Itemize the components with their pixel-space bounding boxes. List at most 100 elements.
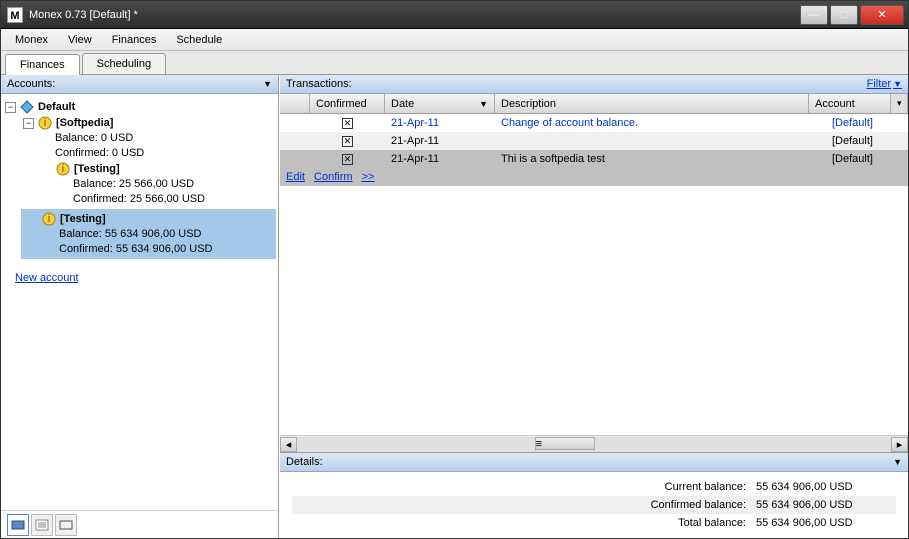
menu-finances[interactable]: Finances: [102, 31, 167, 49]
checkbox-icon: ✕: [342, 136, 353, 147]
column-confirmed[interactable]: Confirmed: [310, 94, 385, 113]
tree-label: [Testing]: [74, 163, 120, 175]
balance-text: Balance: 25 566,00 USD: [73, 177, 276, 192]
column-headers: Confirmed Date ▼ Description Account ▾: [280, 94, 908, 114]
scroll-thumb[interactable]: ≡: [535, 437, 595, 450]
window-controls: — □ ✕: [798, 5, 904, 25]
date-cell: 21-Apr-11: [385, 135, 495, 147]
menu-bar: Monex View Finances Schedule: [1, 29, 908, 51]
account-details: Balance: 25 566,00 USD Confirmed: 25 566…: [39, 177, 276, 207]
confirmed-cell[interactable]: ✕: [310, 135, 385, 147]
column-date[interactable]: Date ▼: [385, 94, 495, 113]
menu-schedule[interactable]: Schedule: [166, 31, 232, 49]
horizontal-scrollbar[interactable]: ◂ ≡ ▸: [280, 435, 908, 452]
scroll-right-icon[interactable]: ▸: [891, 437, 908, 452]
transactions-header: Transactions: Filter ▼: [280, 75, 908, 94]
content-area: Accounts: ▼ − Default − i [Softpedia]: [1, 75, 908, 538]
title-bar: M Monex 0.73 [Default] * — □ ✕: [1, 1, 908, 29]
close-button[interactable]: ✕: [860, 5, 904, 25]
tool-button-window[interactable]: [55, 514, 77, 536]
expander-icon[interactable]: −: [5, 102, 16, 113]
detail-row-total: Total balance: 55 634 906,00 USD: [292, 514, 896, 532]
confirmed-cell[interactable]: ✕: [310, 153, 385, 165]
edit-link[interactable]: Edit: [286, 171, 305, 183]
checkbox-icon: ✕: [342, 118, 353, 129]
balance-text: Balance: 55 634 906,00 USD: [59, 227, 272, 242]
tree-item-testing-selected[interactable]: i [Testing] Balance: 55 634 906,00 USD C…: [21, 209, 276, 259]
tree-children: i [Testing] Balance: 25 566,00 USD Confi…: [21, 161, 276, 207]
svg-text:i: i: [62, 163, 64, 175]
main-panel: Transactions: Filter ▼ Confirmed Date ▼ …: [279, 75, 908, 538]
description-cell: Change of account balance.: [495, 117, 826, 129]
tab-finances[interactable]: Finances: [5, 54, 80, 75]
sort-icon: ▼: [479, 99, 488, 109]
scroll-track[interactable]: ≡: [297, 437, 891, 452]
details-title: Details:: [286, 456, 323, 468]
accounts-tree: − Default − i [Softpedia] Balance: 0 USD…: [1, 94, 278, 510]
tree-root: − Default − i [Softpedia] Balance: 0 USD…: [3, 98, 276, 262]
action-bar: Edit Confirm >>: [280, 168, 908, 186]
expander-icon[interactable]: −: [23, 118, 34, 129]
detail-value: 55 634 906,00 USD: [756, 481, 896, 493]
tree-item-softpedia[interactable]: − i [Softpedia]: [21, 115, 276, 131]
account-cell: [Default]: [826, 153, 908, 165]
coin-icon: i: [56, 162, 70, 176]
window-title: Monex 0.73 [Default] *: [29, 9, 798, 21]
tree-label: [Testing]: [60, 213, 106, 225]
confirmed-text: Confirmed: 55 634 906,00 USD: [59, 242, 272, 257]
tree-label: [Softpedia]: [56, 117, 113, 129]
tab-scheduling[interactable]: Scheduling: [82, 53, 166, 74]
confirmed-text: Confirmed: 0 USD: [55, 146, 276, 161]
dropdown-icon[interactable]: ▼: [893, 457, 902, 467]
table-row[interactable]: ✕ 21-Apr-11 Thi is a softpedia test [Def…: [280, 150, 908, 168]
details-panel: Details: ▼ Current balance: 55 634 906,0…: [280, 452, 908, 538]
detail-label: Confirmed balance:: [651, 499, 746, 511]
column-account[interactable]: Account: [809, 94, 891, 113]
tab-strip: Finances Scheduling: [1, 51, 908, 75]
dropdown-icon[interactable]: ▼: [263, 79, 272, 89]
transactions-title: Transactions:: [286, 78, 352, 90]
minimize-button[interactable]: —: [800, 5, 828, 25]
details-header: Details: ▼: [280, 453, 908, 472]
date-cell: 21-Apr-11: [385, 153, 495, 165]
scroll-left-icon[interactable]: ◂: [280, 437, 297, 452]
detail-label: Total balance:: [678, 517, 746, 529]
detail-value: 55 634 906,00 USD: [756, 499, 896, 511]
tree-item-default[interactable]: − Default: [3, 99, 276, 115]
column-scroll-corner: ▾: [891, 94, 908, 113]
sidebar-toolbar: [1, 510, 278, 538]
tool-button-card[interactable]: [7, 514, 29, 536]
dropdown-icon: ▼: [893, 79, 902, 89]
account-cell: [Default]: [826, 117, 908, 129]
menu-monex[interactable]: Monex: [5, 31, 58, 49]
new-account-link[interactable]: New account: [3, 262, 276, 294]
card-icon: [11, 519, 25, 531]
transactions-grid: ✕ 21-Apr-11 Change of account balance. […: [280, 114, 908, 435]
detail-value: 55 634 906,00 USD: [756, 517, 896, 529]
sidebar: Accounts: ▼ − Default − i [Softpedia]: [1, 75, 279, 538]
maximize-button[interactable]: □: [830, 5, 858, 25]
confirm-link[interactable]: Confirm: [314, 171, 353, 183]
menu-view[interactable]: View: [58, 31, 102, 49]
tree-item-testing-child[interactable]: i [Testing]: [39, 161, 276, 177]
column-checkbox[interactable]: [280, 94, 310, 113]
column-description[interactable]: Description: [495, 94, 809, 113]
account-details: Balance: 55 634 906,00 USD Confirmed: 55…: [25, 227, 272, 257]
account-details: Balance: 0 USD Confirmed: 0 USD: [21, 131, 276, 161]
account-cell: [Default]: [826, 135, 908, 147]
table-row[interactable]: ✕ 21-Apr-11 [Default]: [280, 132, 908, 150]
details-body: Current balance: 55 634 906,00 USD Confi…: [280, 472, 908, 538]
table-row[interactable]: ✕ 21-Apr-11 Change of account balance. […: [280, 114, 908, 132]
detail-label: Current balance:: [665, 481, 746, 493]
accounts-title: Accounts:: [7, 78, 55, 90]
balance-text: Balance: 0 USD: [55, 131, 276, 146]
confirmed-text: Confirmed: 25 566,00 USD: [73, 192, 276, 207]
confirmed-cell[interactable]: ✕: [310, 117, 385, 129]
filter-link[interactable]: Filter ▼: [867, 78, 902, 90]
dropdown-icon[interactable]: ▾: [897, 98, 902, 109]
date-cell: 21-Apr-11: [385, 117, 495, 129]
tool-button-list[interactable]: [31, 514, 53, 536]
tree-children: − i [Softpedia] Balance: 0 USD Confirmed…: [3, 115, 276, 259]
detail-row-current: Current balance: 55 634 906,00 USD: [292, 478, 896, 496]
more-link[interactable]: >>: [362, 171, 375, 183]
